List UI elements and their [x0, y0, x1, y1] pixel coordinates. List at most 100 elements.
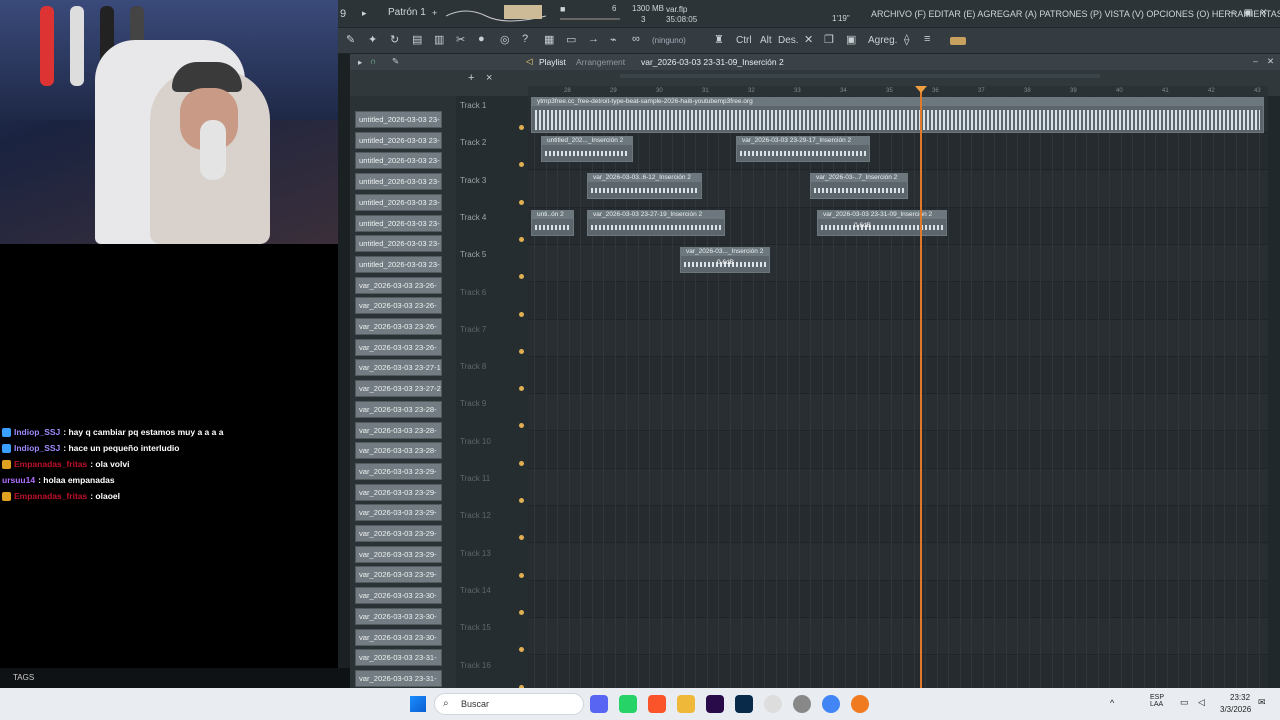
chat-username[interactable]: ursuu14	[2, 472, 35, 488]
add-track-icon[interactable]: +	[468, 72, 474, 84]
track-header[interactable]: Track 7	[460, 322, 528, 359]
track-mute-icon[interactable]	[519, 498, 524, 503]
vertical-scrollbar[interactable]	[1268, 96, 1280, 688]
track-lane[interactable]	[528, 245, 1268, 283]
cut-tool-icon[interactable]: ✕	[804, 33, 813, 46]
track-lane[interactable]	[528, 655, 1268, 688]
audio-clip[interactable]: var_2026-03-03..6-12_Inserción 2	[587, 173, 702, 199]
mic-icon[interactable]: ●	[478, 33, 485, 45]
track-mute-icon[interactable]	[519, 199, 524, 205]
paste-icon[interactable]: ▣	[846, 33, 856, 46]
des-key[interactable]: Des.	[778, 35, 799, 46]
track-mute-icon[interactable]	[519, 386, 524, 392]
arrow-right-icon[interactable]: →	[588, 33, 599, 45]
picker-clip-item[interactable]: var_2026-03-03 23-29-	[355, 566, 442, 584]
volume-icon[interactable]: ◁	[1198, 697, 1205, 708]
track-header[interactable]: Track 8	[460, 359, 528, 396]
record-icon[interactable]: ▥	[434, 33, 444, 46]
track-mute-icon[interactable]	[519, 274, 524, 280]
track-mute-icon[interactable]	[519, 348, 524, 354]
clock-time[interactable]: 23:32	[1230, 693, 1250, 702]
track-header[interactable]: Track 14	[460, 583, 528, 620]
ctrl-key[interactable]: Ctrl	[736, 35, 752, 46]
track-header[interactable]: Track 6	[460, 285, 528, 322]
chat-icon[interactable]: ◎	[500, 33, 510, 46]
trash-icon[interactable]: ≡	[924, 33, 930, 45]
audio-clip[interactable]: var_2026-03-..7_Inserción 2	[810, 173, 908, 199]
audio-clip[interactable]: var_2026-03-03 23-29-17_Inserción 2	[736, 136, 870, 162]
track-mute-icon[interactable]	[519, 311, 524, 317]
track-header[interactable]: Track 13	[460, 546, 528, 583]
picker-clip-item[interactable]: var_2026-03-03 23-29-	[355, 483, 442, 501]
picker-clip-item[interactable]: var_2026-03-03 23-26-	[355, 297, 442, 315]
clock-date[interactable]: 3/3/2026	[1220, 705, 1251, 714]
language-indicator[interactable]: ESP LAA	[1150, 694, 1170, 708]
magnet-icon[interactable]: ∩	[370, 56, 376, 66]
settings-app-icon[interactable]	[764, 695, 782, 713]
taskbar-search[interactable]: ⌕ Buscar	[434, 693, 584, 715]
chrome-icon[interactable]	[822, 695, 840, 713]
picker-clip-item[interactable]: untitled_2026-03-03 23-	[355, 173, 442, 191]
track-mute-icon[interactable]	[519, 162, 524, 168]
insert-icon[interactable]: ⟠	[904, 33, 909, 46]
track-mute-icon[interactable]	[519, 609, 524, 615]
remove-icon[interactable]: ×	[486, 72, 492, 84]
folder-icon[interactable]	[677, 695, 695, 713]
track-lane[interactable]	[528, 506, 1268, 544]
audio-clip[interactable]: var_2026-03-03 23-27-19_Inserción 2	[587, 210, 725, 236]
pl-min-icon[interactable]: ‒	[1253, 56, 1258, 66]
track-lane[interactable]	[528, 357, 1268, 395]
picker-clip-item[interactable]: var_2026-03-03 23-30-	[355, 607, 442, 625]
track-header[interactable]: Track 1	[460, 98, 528, 135]
paint-icon[interactable]: ✎	[392, 56, 399, 67]
track-header[interactable]: Track 3	[460, 173, 528, 210]
picker-clip-item[interactable]: var_2026-03-03 23-31-	[355, 649, 442, 667]
track-lane[interactable]	[528, 543, 1268, 581]
picker-clip-item[interactable]: var_2026-03-03 23-29-	[355, 545, 442, 563]
snap-selector[interactable]: (ninguno)	[652, 36, 686, 45]
audio-clip[interactable]: untitled_202..._Inserción 2	[541, 136, 633, 162]
track-mute-icon[interactable]	[519, 572, 524, 578]
close-icon[interactable]: ✕	[1260, 7, 1268, 18]
track-header[interactable]: Track 4	[460, 210, 528, 247]
alt-key[interactable]: Alt	[760, 35, 772, 46]
add-button[interactable]: Agreg.	[868, 35, 897, 46]
stamp-icon[interactable]: ♜	[714, 33, 724, 46]
photoshop-icon[interactable]	[735, 695, 753, 713]
track-lane[interactable]	[528, 431, 1268, 469]
pencil-icon[interactable]: ✎	[346, 33, 355, 46]
whatsapp-icon[interactable]	[619, 695, 637, 713]
brush-icon[interactable]: ✦	[368, 33, 377, 46]
premiere-icon[interactable]	[706, 695, 724, 713]
picker-clip-item[interactable]: var_2026-03-03 23-26-	[355, 318, 442, 335]
cut-icon[interactable]: ✂	[456, 33, 465, 46]
network-icon[interactable]: ▭	[1180, 697, 1189, 708]
chat-username[interactable]: Empanadas_fritas	[14, 488, 87, 504]
picker-clip-item[interactable]: var_2026-03-03 23-28-	[355, 421, 442, 439]
playlist-grid[interactable]: ytmp3free.cc_free-detroit-type-beat-samp…	[528, 96, 1268, 688]
audio-clip[interactable]: ytmp3free.cc_free-detroit-type-beat-samp…	[531, 97, 1264, 133]
track-mute-icon[interactable]	[519, 535, 524, 541]
playhead-marker-icon[interactable]	[915, 86, 927, 93]
main-menu[interactable]: ARCHIVO (F) EDITAR (E) AGREGAR (A) PATRO…	[871, 9, 1280, 19]
chevron-up-icon[interactable]: ^	[1110, 698, 1114, 708]
track-header[interactable]: Track 11	[460, 471, 528, 508]
audio-clip[interactable]: unti..ón 2	[531, 210, 574, 236]
play-arrow-icon[interactable]: ▸	[362, 8, 367, 19]
slider[interactable]	[560, 18, 620, 20]
link-icon[interactable]: ∞	[632, 33, 640, 45]
track-mute-icon[interactable]	[519, 423, 524, 429]
notification-icon[interactable]: ✉	[1258, 697, 1266, 708]
track-mute-icon[interactable]	[519, 647, 524, 653]
track-header[interactable]: Track 9	[460, 396, 528, 433]
chat-username[interactable]: Indiop_SSJ	[14, 440, 60, 456]
picker-clip-item[interactable]: var_2026-03-03 23-29-	[355, 462, 442, 480]
playlist-arrow-icon[interactable]: ▸	[358, 57, 362, 68]
track-mute-icon[interactable]	[519, 236, 524, 242]
audio-clip[interactable]: var_2026-03-03 23-31-09_Inserción 2 0.6dB	[817, 210, 947, 236]
track-lane[interactable]	[528, 469, 1268, 506]
picker-clip-item[interactable]: var_2026-03-03 23-28-	[355, 400, 442, 418]
track-header[interactable]: Track 2	[460, 135, 528, 172]
track-lane[interactable]	[528, 618, 1268, 656]
audio-clip[interactable]: var_2026-03..._Inserción 2 0.6dB	[680, 247, 770, 273]
